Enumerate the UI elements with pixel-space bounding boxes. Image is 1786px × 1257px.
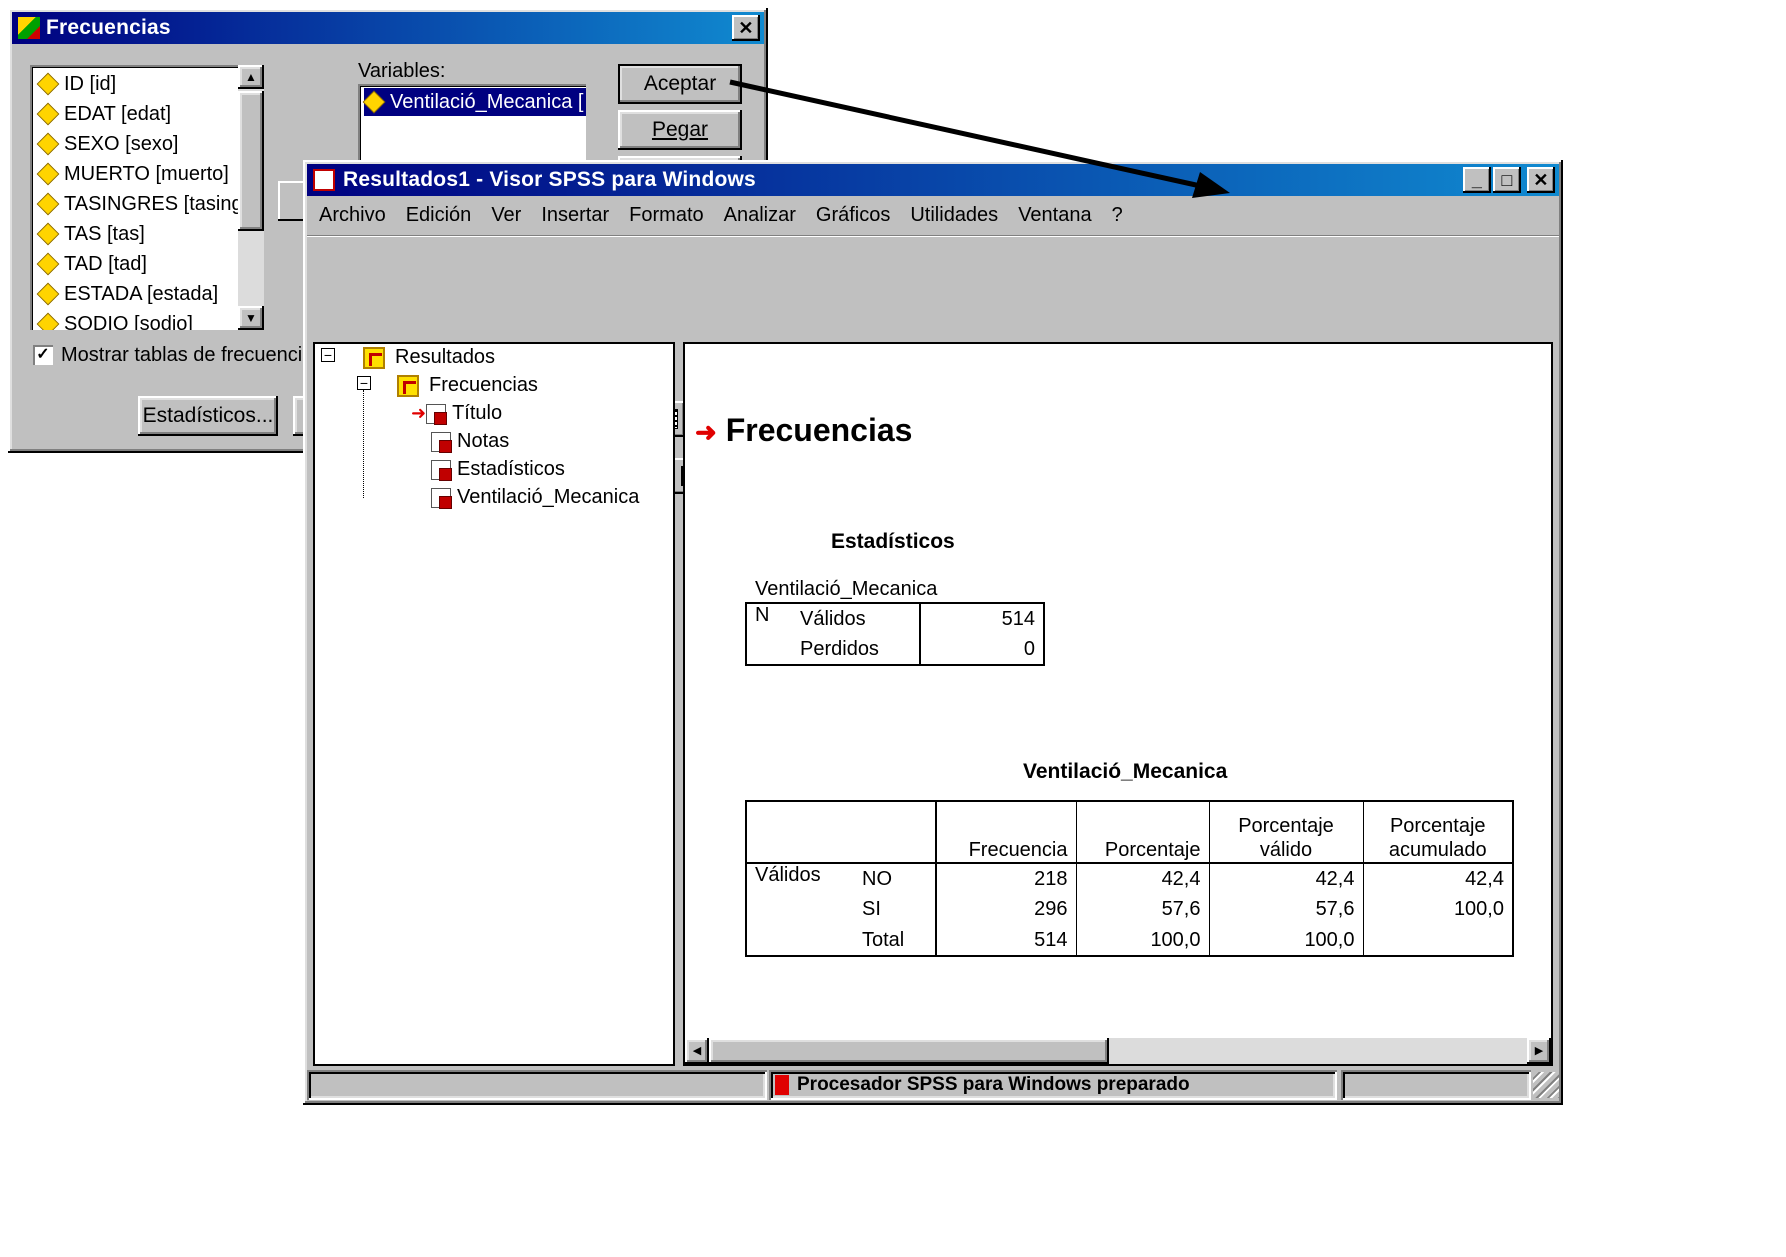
arrow-line [729,79,1206,190]
annotation-arrow [729,79,1230,198]
arrow-head [1192,172,1230,198]
